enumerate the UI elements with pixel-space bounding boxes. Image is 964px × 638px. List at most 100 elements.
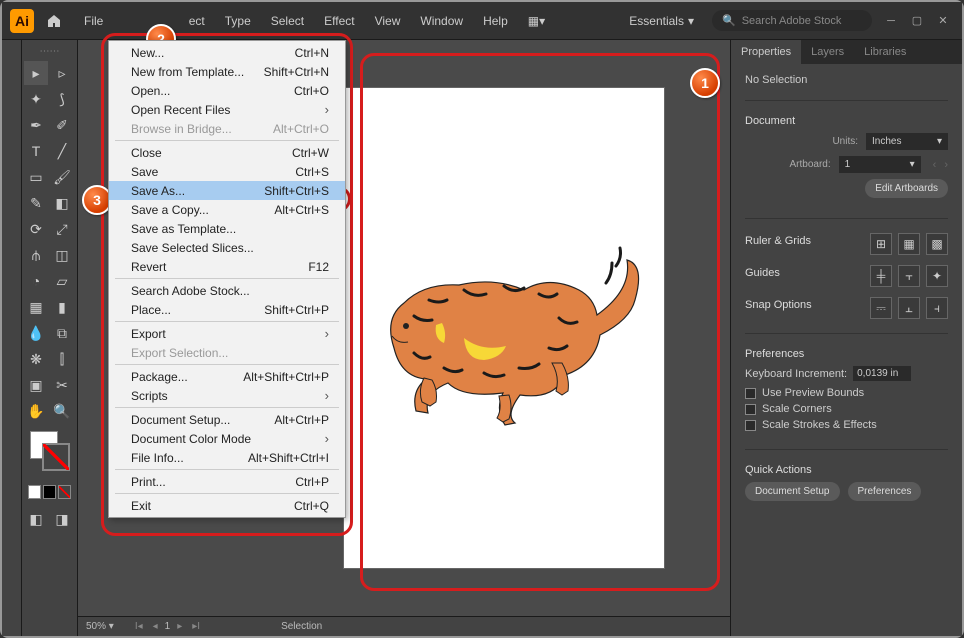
file-menu-print[interactable]: Print...Ctrl+P [109,472,345,491]
file-menu-save-a-copy[interactable]: Save a Copy...Alt+Ctrl+S [109,200,345,219]
file-menu-new[interactable]: New...Ctrl+N [109,43,345,62]
file-menu-revert[interactable]: RevertF12 [109,257,345,276]
smart-guides-icon[interactable]: ✦ [926,265,948,287]
kb-increment-input[interactable] [853,366,911,381]
file-menu-search-adobe-stock[interactable]: Search Adobe Stock... [109,281,345,300]
file-menu-file-info[interactable]: File Info...Alt+Shift+Ctrl+I [109,448,345,467]
fill-stroke-swatches[interactable] [24,431,75,479]
blend-tool[interactable]: ⧉ [50,321,74,345]
menu-object-vis[interactable]: ect [179,10,215,32]
slice-tool[interactable]: ✂ [50,373,74,397]
file-menu-scripts[interactable]: Scripts [109,386,345,405]
stroke-swatch[interactable] [42,443,70,471]
tab-libraries[interactable]: Libraries [854,40,916,64]
direct-selection-tool[interactable]: ▹ [50,61,74,85]
file-menu-open-recent-files[interactable]: Open Recent Files [109,100,345,119]
pen-tool[interactable]: ✒ [24,113,48,137]
column-graph-tool[interactable]: ⫿ [50,347,74,371]
rotate-tool[interactable]: ⟳ [24,217,48,241]
artboard-tool[interactable]: ▣ [24,373,48,397]
guides-show-icon[interactable]: ╪ [870,265,892,287]
edit-artboards-button[interactable]: Edit Artboards [865,179,948,198]
color-mode-icon[interactable] [28,485,41,499]
prev-ab-icon[interactable]: ‹ [933,159,937,171]
mesh-tool[interactable]: ▦ [24,295,48,319]
toolbox-grip[interactable]: ⋯⋯ [24,44,75,59]
selection-tool[interactable]: ▸ [24,61,48,85]
artboard-number[interactable]: 1 [165,621,171,632]
file-menu-new-from-template[interactable]: New from Template...Shift+Ctrl+N [109,62,345,81]
hand-tool[interactable]: ✋ [24,399,48,423]
menu-file[interactable]: File [74,10,113,32]
draw-behind-icon[interactable]: ◨ [50,507,74,531]
file-menu-save[interactable]: SaveCtrl+S [109,162,345,181]
next-ab-icon[interactable]: › [944,159,948,171]
minimize-button[interactable]: ─ [880,13,902,29]
ruler-icon[interactable]: ⊞ [870,233,892,255]
menu-window[interactable]: Window [410,10,473,32]
transparency-grid-icon[interactable]: ▩ [926,233,948,255]
magic-wand-tool[interactable]: ✦ [24,87,48,111]
draw-normal-icon[interactable]: ◧ [24,507,48,531]
zoom-tool[interactable]: 🔍 [50,399,74,423]
guides-lock-icon[interactable]: ⫟ [898,265,920,287]
perspective-tool[interactable]: ▱ [50,269,74,293]
menu-effect[interactable]: Effect [314,10,364,32]
menu-view[interactable]: View [365,10,411,32]
grid-icon[interactable]: ▦ [898,233,920,255]
snap-point-icon[interactable]: ⎓ [870,297,892,319]
artboard[interactable] [344,88,664,568]
type-tool[interactable]: T [24,139,48,163]
checkbox-scale-strokes[interactable] [745,420,756,431]
zoom-level[interactable]: 50% ▾ [86,621,114,632]
arrange-icon[interactable]: ▦▾ [518,10,555,32]
first-artboard-button[interactable]: I◂ [132,621,146,632]
checkbox-scale-corners[interactable] [745,404,756,415]
width-tool[interactable]: ⫛ [24,243,48,267]
stock-search[interactable]: 🔍 Search Adobe Stock [712,10,872,31]
gradient-tool[interactable]: ▮ [50,295,74,319]
last-artboard-button[interactable]: ▸I [189,621,203,632]
tiger-artwork[interactable] [354,228,654,428]
rectangle-tool[interactable]: ▭ [24,165,48,189]
maximize-button[interactable]: ▢ [906,13,928,29]
line-tool[interactable]: ╱ [50,139,74,163]
workspace-switcher[interactable]: Essentials▾ [619,10,704,32]
file-menu-exit[interactable]: ExitCtrl+Q [109,496,345,515]
file-menu-package[interactable]: Package...Alt+Shift+Ctrl+P [109,367,345,386]
eraser-tool[interactable]: ◧ [50,191,74,215]
gradient-mode-icon[interactable] [43,485,56,499]
file-menu-place[interactable]: Place...Shift+Ctrl+P [109,300,345,319]
paintbrush-tool[interactable]: 🖌 [50,165,74,189]
file-menu-document-setup[interactable]: Document Setup...Alt+Ctrl+P [109,410,345,429]
file-menu-save-as[interactable]: Save As...Shift+Ctrl+S [109,181,345,200]
free-transform-tool[interactable]: ◫ [50,243,74,267]
snap-pixel-icon[interactable]: ⫞ [926,297,948,319]
file-menu-open[interactable]: Open...Ctrl+O [109,81,345,100]
scale-tool[interactable]: ⤢ [50,217,74,241]
document-setup-button[interactable]: Document Setup [745,482,840,501]
file-menu-export[interactable]: Export [109,324,345,343]
lasso-tool[interactable]: ⟆ [50,87,74,111]
symbol-sprayer-tool[interactable]: ❋ [24,347,48,371]
shaper-tool[interactable]: ✎ [24,191,48,215]
file-menu-save-as-template[interactable]: Save as Template... [109,219,345,238]
shape-builder-tool[interactable]: ◔ [24,269,48,293]
tab-layers[interactable]: Layers [801,40,854,64]
none-mode-icon[interactable] [58,485,71,499]
file-menu-document-color-mode[interactable]: Document Color Mode [109,429,345,448]
tab-properties[interactable]: Properties [731,40,801,64]
menu-help[interactable]: Help [473,10,518,32]
curvature-tool[interactable]: ✐ [50,113,74,137]
prev-artboard-button[interactable]: ◂ [150,621,161,632]
file-menu-close[interactable]: CloseCtrl+W [109,143,345,162]
menu-type[interactable]: Type [215,10,261,32]
eyedropper-tool[interactable]: 💧 [24,321,48,345]
preferences-button[interactable]: Preferences [848,482,922,501]
menu-select[interactable]: Select [261,10,314,32]
artboard-select[interactable]: 1▾ [839,156,921,173]
snap-grid-icon[interactable]: ⫠ [898,297,920,319]
close-button[interactable]: ✕ [932,13,954,29]
next-artboard-button[interactable]: ▸ [174,621,185,632]
checkbox-preview-bounds[interactable] [745,388,756,399]
